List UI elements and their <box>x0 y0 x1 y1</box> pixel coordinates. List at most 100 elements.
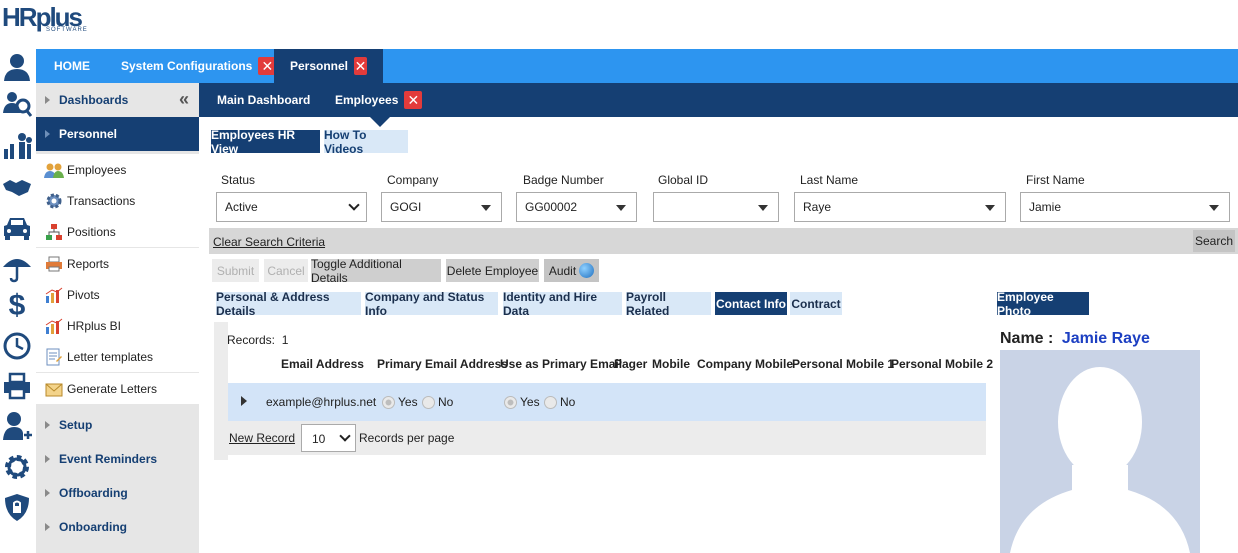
primary-yes-radio[interactable]: Yes <box>382 395 418 410</box>
column-header-personal-mobile-2[interactable]: Personal Mobile 2 <box>891 357 993 371</box>
tab-contact-info[interactable]: Contact Info <box>715 292 787 315</box>
toggle-additional-details-button[interactable]: Toggle Additional Details <box>311 257 441 285</box>
letter-template-icon <box>44 348 64 366</box>
tab-main-dashboard[interactable]: Main Dashboard <box>217 83 310 117</box>
sidebar-item-personnel[interactable]: Personnel <box>36 117 199 151</box>
sidebar-item-event-reminders[interactable]: Event Reminders <box>36 442 199 476</box>
dropdown-arrow-icon <box>481 205 491 211</box>
table-row[interactable]: example@hrplus.net Yes No Yes No <box>228 383 986 421</box>
sidebar-subitem-transactions[interactable]: Transactions <box>36 185 199 216</box>
sidebar-item-onboarding[interactable]: Onboarding <box>36 510 199 544</box>
badge-number-select[interactable]: GG00002 <box>516 192 637 222</box>
pivots-chart-icon <box>44 286 64 304</box>
clear-search-link[interactable]: Clear Search Criteria <box>213 235 325 249</box>
records-per-page-label: Records per page <box>359 431 455 445</box>
tab-payroll-related[interactable]: Payroll Related <box>626 290 711 318</box>
delete-employee-button[interactable]: Delete Employee <box>446 259 539 282</box>
dropdown-arrow-icon <box>985 205 995 211</box>
status-label: Status <box>221 173 256 187</box>
add-user-icon[interactable] <box>0 410 34 442</box>
expand-icon <box>45 489 50 497</box>
sidebar-subitem-reports[interactable]: Reports <box>36 248 199 279</box>
dollar-icon[interactable]: $ <box>0 289 34 322</box>
collapse-sidebar-icon[interactable]: « <box>179 89 189 110</box>
silhouette-icon <box>1010 367 1190 553</box>
column-header-mobile[interactable]: Mobile <box>652 357 690 371</box>
search-button[interactable]: Search <box>1193 230 1235 252</box>
transactions-gear-icon <box>44 192 64 210</box>
how-to-videos-button[interactable]: How To Videos <box>324 128 408 156</box>
tab-identity-hire-data[interactable]: Identity and Hire Data <box>503 290 622 318</box>
submit-button[interactable]: Submit <box>212 259 259 282</box>
use-primary-yes-radio[interactable]: Yes <box>504 395 540 410</box>
dropdown-arrow-icon <box>1209 205 1219 211</box>
company-select[interactable]: GOGI <box>381 192 502 222</box>
tab-employee-photo[interactable]: Employee Photo <box>997 290 1089 318</box>
tab-contract[interactable]: Contract <box>790 292 842 315</box>
expand-row-icon[interactable] <box>241 396 247 406</box>
records-count: Records: 1 <box>227 333 289 347</box>
column-header-use-as-primary[interactable]: Use as Primary Email <box>500 357 622 371</box>
column-header-email[interactable]: Email Address <box>281 357 364 371</box>
expand-icon <box>45 455 50 463</box>
audit-button[interactable]: Audit <box>544 259 599 282</box>
last-name-select[interactable]: Raye <box>794 192 1006 222</box>
global-id-select[interactable] <box>653 192 779 222</box>
sidebar-subitem-letter-templates[interactable]: Letter templates <box>36 341 199 372</box>
tab-company-status-info[interactable]: Company and Status Info <box>365 290 498 318</box>
first-name-label: First Name <box>1026 173 1085 187</box>
dropdown-arrow-icon <box>758 205 768 211</box>
tab-home[interactable]: HOME <box>38 49 106 83</box>
car-icon[interactable] <box>0 212 34 244</box>
global-id-label: Global ID <box>658 173 709 187</box>
first-name-select[interactable]: Jamie <box>1020 192 1230 222</box>
security-shield-icon[interactable] <box>0 491 34 523</box>
globe-icon <box>579 263 595 278</box>
employees-hr-view-button[interactable]: Employees HR View <box>211 128 320 156</box>
column-header-pager[interactable]: Pager <box>614 357 647 371</box>
expand-icon <box>45 421 50 429</box>
sidebar-subitem-pivots[interactable]: Pivots <box>36 279 199 310</box>
column-header-company-mobile[interactable]: Company Mobile <box>697 357 793 371</box>
sidebar-subitem-hrplus-bi[interactable]: HRplus BI <box>36 310 199 341</box>
cancel-button[interactable]: Cancel <box>264 259 308 282</box>
sidebar-subitem-employees[interactable]: Employees <box>36 154 199 185</box>
user-icon[interactable] <box>0 51 34 83</box>
user-search-icon[interactable] <box>0 88 34 120</box>
handshake-icon[interactable] <box>0 171 34 203</box>
umbrella-icon[interactable] <box>0 252 34 284</box>
expand-icon <box>45 523 50 531</box>
generate-letters-icon <box>44 380 64 398</box>
expand-icon <box>45 130 50 138</box>
page-size-select[interactable]: 10 <box>301 424 356 452</box>
org-chart-icon[interactable] <box>0 130 34 162</box>
hrplus-logo: HRplus SOFTWARE <box>2 2 88 33</box>
gear-icon[interactable] <box>0 451 34 483</box>
use-primary-no-radio[interactable]: No <box>544 395 575 410</box>
close-tab-icon[interactable]: ✕ <box>354 57 367 75</box>
employee-photo-placeholder <box>1000 350 1200 553</box>
sidebar-item-setup[interactable]: Setup <box>36 408 199 442</box>
sub-tab-bar: Main Dashboard Employees ✕ <box>199 83 1238 117</box>
clock-icon[interactable] <box>0 330 34 362</box>
sidebar-item-offboarding[interactable]: Offboarding <box>36 476 199 510</box>
primary-no-radio[interactable]: No <box>422 395 453 410</box>
tab-personal-address-details[interactable]: Personal & Address Details <box>216 290 361 318</box>
close-tab-icon[interactable]: ✕ <box>404 91 423 109</box>
printer-icon[interactable] <box>0 370 34 402</box>
tab-system-configurations[interactable]: System Configurations ✕ <box>105 49 292 83</box>
sidebar: Dashboards « Personnel Employees Transac… <box>36 83 199 553</box>
tab-personnel[interactable]: Personnel ✕ <box>274 49 383 83</box>
column-header-personal-mobile-1[interactable]: Personal Mobile 1 <box>792 357 894 371</box>
new-record-link[interactable]: New Record <box>229 431 295 445</box>
sidebar-subitem-generate-letters[interactable]: Generate Letters <box>36 373 199 404</box>
tab-employees[interactable]: Employees ✕ <box>335 83 423 117</box>
status-select[interactable]: Active <box>216 192 367 222</box>
dropdown-arrow-icon <box>616 205 626 211</box>
last-name-label: Last Name <box>800 173 859 187</box>
sidebar-item-dashboards[interactable]: Dashboards <box>36 83 199 117</box>
sidebar-subitem-positions[interactable]: Positions <box>36 216 199 247</box>
bi-chart-icon <box>44 317 64 335</box>
search-strip: Clear Search Criteria Search <box>209 228 1238 254</box>
column-header-primary-email[interactable]: Primary Email Address <box>377 357 508 371</box>
